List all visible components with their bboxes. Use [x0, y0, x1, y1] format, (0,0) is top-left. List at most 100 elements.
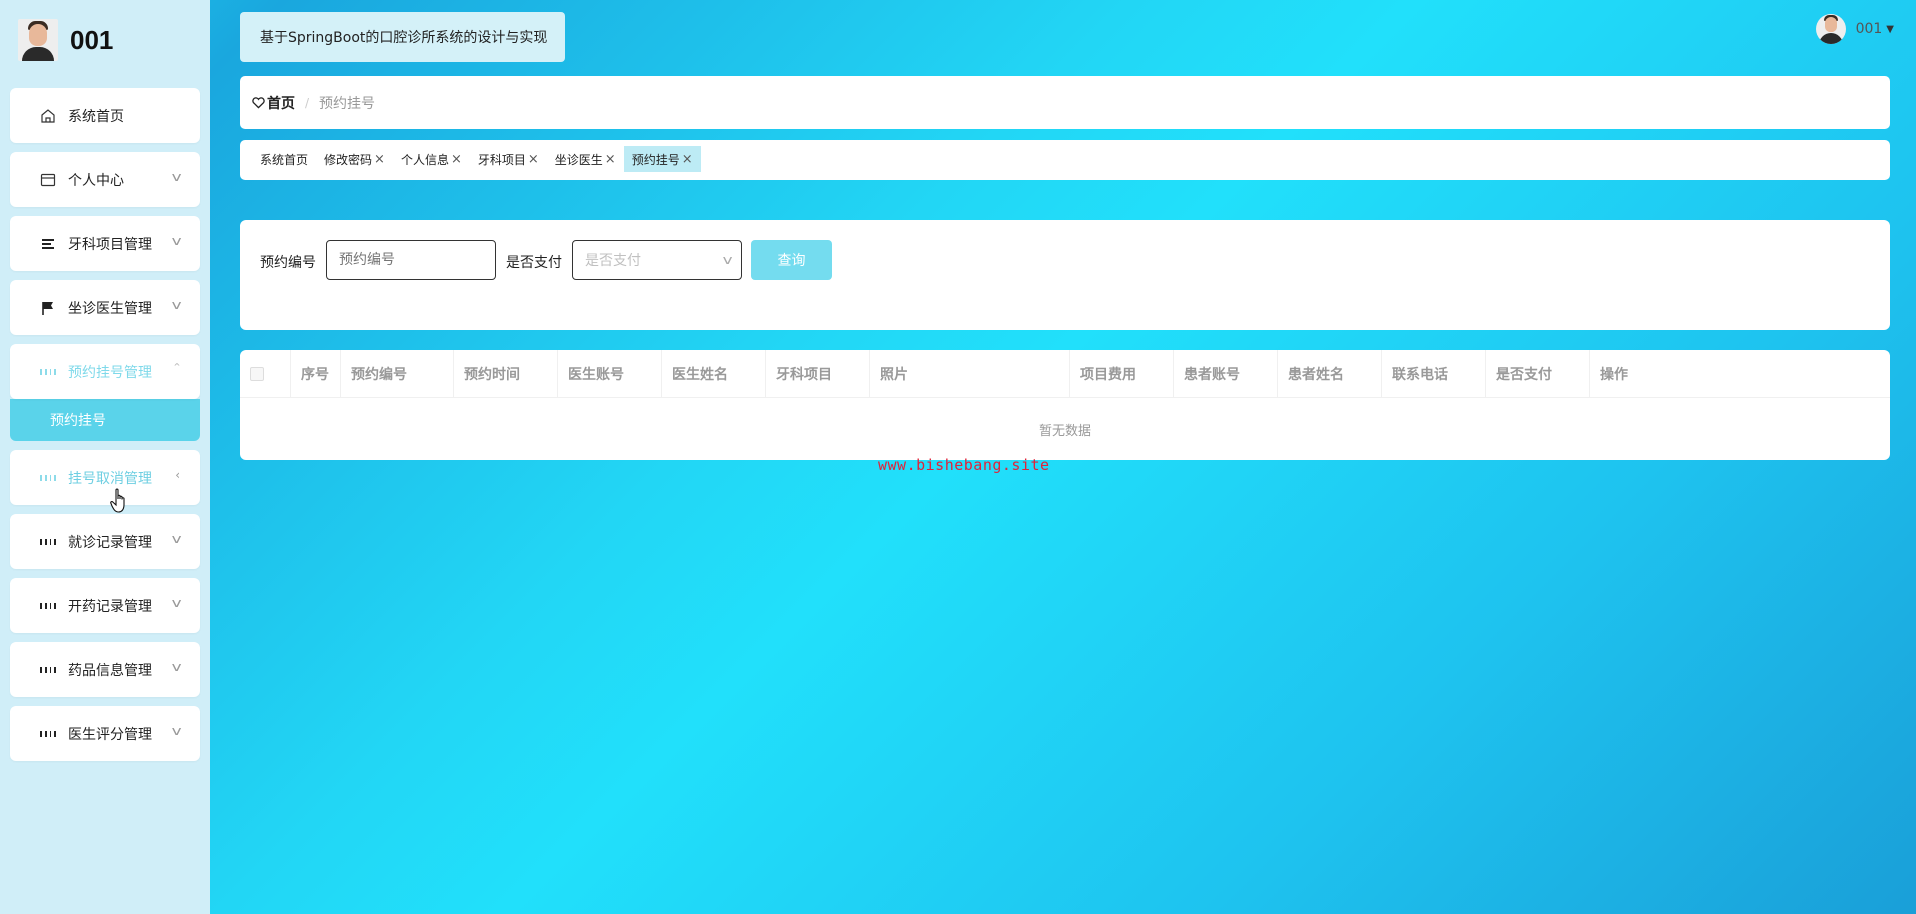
column-header[interactable]: 预约编号 [340, 350, 453, 398]
chevron-down-icon: v [171, 234, 182, 248]
close-icon[interactable]: × [605, 152, 616, 167]
tag-label: 系统首页 [260, 152, 309, 167]
watermark-text: www.bishebang.site [878, 456, 1050, 474]
sidebar-item-doctors[interactable]: 坐诊医生管理 v [10, 280, 200, 335]
grid-icon [40, 364, 56, 380]
grid-icon [40, 598, 56, 614]
column-header[interactable]: 医生姓名 [661, 350, 765, 398]
close-icon[interactable]: × [682, 152, 693, 167]
chevron-down-icon: v [171, 298, 182, 312]
tag-label: 坐诊医生 [554, 152, 603, 167]
chevron-up-icon: ˆ [172, 362, 182, 376]
tag-dental-projects[interactable]: 牙科项目 × [470, 146, 547, 172]
home-icon [40, 108, 56, 124]
sidebar-item-label: 药品信息管理 [68, 662, 152, 679]
column-header[interactable]: 照片 [869, 350, 1069, 398]
caret-down-icon[interactable]: ▼ [1886, 24, 1894, 35]
sidebar-item-personal-center[interactable]: 个人中心 v [10, 152, 200, 207]
card-icon [40, 172, 56, 188]
close-icon[interactable]: × [451, 152, 462, 167]
select-all-checkbox[interactable] [250, 367, 264, 381]
brand: 001 [18, 18, 113, 62]
column-header[interactable]: 患者账号 [1173, 350, 1277, 398]
chevron-down-icon: v [171, 660, 182, 674]
close-icon[interactable]: × [528, 152, 539, 167]
sidebar-item-home[interactable]: 系统首页 [10, 88, 200, 143]
close-icon[interactable]: × [374, 152, 385, 167]
grid-icon [40, 662, 56, 678]
sidebar-menu: 系统首页 个人中心 v 牙科项目管理 v 坐诊医生管理 v 预约挂号管理 ˆ 预… [10, 88, 200, 770]
column-header[interactable]: 牙科项目 [765, 350, 869, 398]
brand-avatar [18, 19, 58, 61]
sidebar-item-label: 挂号取消管理 [68, 470, 152, 487]
appointment-number-input[interactable] [326, 240, 496, 280]
tag-appointment[interactable]: 预约挂号 × [623, 146, 701, 172]
breadcrumb-current: 预约挂号 [319, 95, 376, 112]
chevron-down-icon: v [722, 253, 733, 267]
sidebar-item-doctor-ratings[interactable]: 医生评分管理 v [10, 706, 200, 761]
hand-pointer-cursor-icon [110, 488, 125, 513]
column-header[interactable]: 项目费用 [1069, 350, 1173, 398]
breadcrumb: 首页 / 预约挂号 [240, 76, 1890, 129]
breadcrumb-home-label: 首页 [267, 95, 295, 112]
sidebar-item-appointments[interactable]: 预约挂号管理 ˆ [10, 344, 200, 399]
tag-label: 牙科项目 [477, 152, 526, 167]
tag-home[interactable]: 系统首页 [252, 146, 316, 172]
tag-label: 预约挂号 [631, 152, 680, 167]
heart-icon [252, 96, 265, 109]
search-panel: 预约编号 是否支付 是否支付 v 查询 [240, 220, 1890, 330]
column-header[interactable]: 是否支付 [1485, 350, 1589, 398]
sidebar-subitem-appointment[interactable]: 预约挂号 [10, 399, 200, 441]
brand-title: 001 [70, 24, 114, 55]
grid-icon [40, 726, 56, 742]
user-avatar[interactable] [1815, 14, 1846, 44]
tag-change-password[interactable]: 修改密码 × [316, 146, 393, 172]
query-button[interactable]: 查询 [751, 240, 832, 280]
chevron-down-icon: v [171, 596, 182, 610]
user-menu[interactable]: 001 ▼ [1815, 14, 1894, 44]
paid-status-label: 是否支付 [506, 255, 562, 271]
user-name[interactable]: 001 [1856, 21, 1883, 37]
sidebar-item-label: 个人中心 [68, 172, 124, 189]
sidebar-item-label: 牙科项目管理 [68, 236, 152, 253]
tag-label: 个人信息 [400, 152, 449, 167]
sidebar-item-prescriptions[interactable]: 开药记录管理 v [10, 578, 200, 633]
sidebar-item-label: 医生评分管理 [68, 726, 152, 743]
select-all-cell [240, 350, 290, 398]
grid-icon [40, 470, 56, 486]
paid-status-select[interactable]: 是否支付 v [572, 240, 742, 280]
sidebar-item-label: 预约挂号管理 [68, 364, 152, 381]
sidebar-item-label: 坐诊医生管理 [68, 300, 152, 317]
flag-icon [40, 300, 56, 316]
column-header[interactable]: 操作 [1589, 350, 1890, 398]
chevron-down-icon: v [171, 532, 182, 546]
breadcrumb-separator: / [305, 95, 310, 110]
tag-label: 修改密码 [324, 152, 373, 167]
grid-icon [40, 534, 56, 550]
sidebar-item-label: 就诊记录管理 [68, 534, 152, 551]
paid-status-placeholder: 是否支付 [585, 253, 641, 269]
appointment-number-label: 预约编号 [260, 255, 316, 271]
sidebar-item-cancellations[interactable]: 挂号取消管理 ‹ [10, 450, 200, 505]
tag-doctors[interactable]: 坐诊医生 × [547, 146, 624, 172]
sidebar-item-visit-records[interactable]: 就诊记录管理 v [10, 514, 200, 569]
column-header[interactable]: 医生账号 [557, 350, 661, 398]
sidebar-item-label: 系统首页 [68, 108, 124, 125]
sidebar: 001 系统首页 个人中心 v 牙科项目管理 v 坐诊医生管理 v 预约挂号管理… [0, 0, 210, 914]
app-title: 基于SpringBoot的口腔诊所系统的设计与实现 [240, 12, 565, 62]
list-icon [40, 236, 56, 252]
tags-bar: 系统首页 修改密码 × 个人信息 × 牙科项目 × 坐诊医生 × 预约挂号 × [240, 140, 1890, 180]
tag-personal-info[interactable]: 个人信息 × [393, 146, 470, 172]
empty-state: 暂无数据 [1038, 423, 1091, 439]
column-header[interactable]: 联系电话 [1381, 350, 1485, 398]
sidebar-item-dental-projects[interactable]: 牙科项目管理 v [10, 216, 200, 271]
chevron-down-icon: v [171, 170, 182, 184]
column-header[interactable]: 序号 [290, 350, 340, 398]
table-header: 序号 预约编号 预约时间 医生账号 医生姓名 牙科项目 照片 项目费用 患者账号… [240, 350, 1890, 398]
chevron-down-icon: v [171, 724, 182, 738]
column-header[interactable]: 患者姓名 [1277, 350, 1381, 398]
data-table: 序号 预约编号 预约时间 医生账号 医生姓名 牙科项目 照片 项目费用 患者账号… [240, 350, 1890, 460]
breadcrumb-home[interactable]: 首页 [252, 93, 295, 113]
sidebar-item-medicines[interactable]: 药品信息管理 v [10, 642, 200, 697]
column-header[interactable]: 预约时间 [453, 350, 557, 398]
